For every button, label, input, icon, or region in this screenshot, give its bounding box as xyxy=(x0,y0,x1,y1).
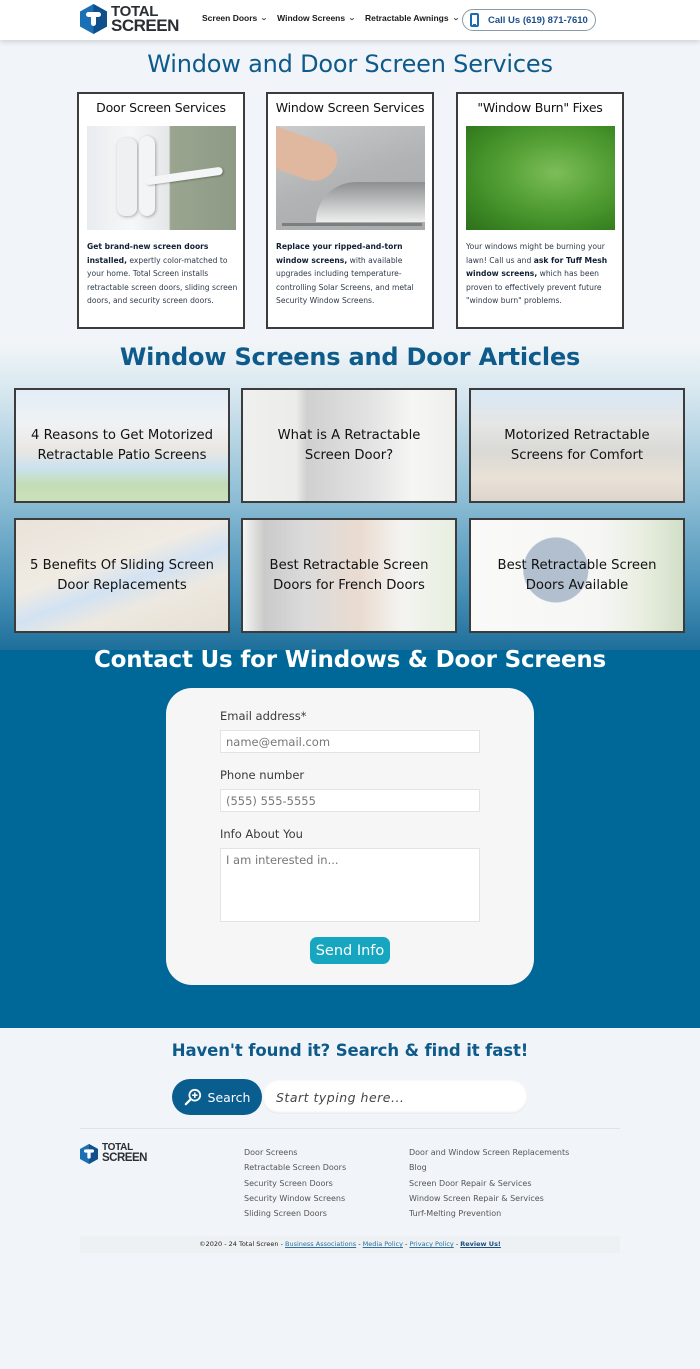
services-title: Window and Door Screen Services xyxy=(147,50,553,78)
service-card-description: Replace your ripped-and-torn window scre… xyxy=(276,240,428,308)
phone-icon xyxy=(470,13,479,27)
logo-wordmark: TOTAL SCREEN xyxy=(111,4,179,35)
footer-link[interactable]: Screen Door Repair & Services xyxy=(409,1176,569,1191)
info-textarea[interactable] xyxy=(220,848,480,922)
article-title: What is A Retractable Screen Door? xyxy=(277,428,421,463)
door-latch-shape xyxy=(117,138,137,216)
footer-links-col-1: Door Screens Retractable Screen Doors Se… xyxy=(244,1145,346,1221)
service-card-title: Door Screen Services xyxy=(96,100,226,115)
peeled-screen-shape xyxy=(316,182,425,222)
hand-shape xyxy=(276,126,342,188)
review-us-link[interactable]: Review Us! xyxy=(460,1240,501,1248)
chevron-down-icon: ⌄ xyxy=(260,15,269,22)
phone-field[interactable] xyxy=(220,789,480,812)
copyright-text: ©2020 - 24 Total Screen xyxy=(199,1240,279,1248)
footer-link[interactable]: Retractable Screen Doors xyxy=(244,1160,346,1175)
logo-line-2: SCREEN xyxy=(102,1152,147,1164)
article-card[interactable]: Best Retractable Screen Doors Available xyxy=(469,518,685,633)
article-title: Best Retractable Screen Doors for French… xyxy=(269,558,429,593)
media-policy-link[interactable]: Media Policy xyxy=(363,1240,403,1248)
service-card-door[interactable]: Door Screen Services Get brand-new scree… xyxy=(77,92,245,329)
torn-window-screen-image xyxy=(276,126,425,230)
article-title: 4 Reasons to Get Motorized Retractable P… xyxy=(30,428,213,463)
main-nav: Screen Doors ⌄ Window Screens ⌄ Retracta… xyxy=(202,13,468,23)
screen-door-latch-image xyxy=(87,126,236,230)
footer-link[interactable]: Security Screen Doors xyxy=(244,1176,346,1191)
service-card-window[interactable]: Window Screen Services Replace your ripp… xyxy=(266,92,434,329)
article-title: Motorized Retractable Screens for Comfor… xyxy=(504,428,650,463)
search-plus-icon xyxy=(184,1088,201,1106)
service-card-window-burn[interactable]: "Window Burn" Fixes Your windows might b… xyxy=(456,92,624,329)
article-card[interactable]: 4 Reasons to Get Motorized Retractable P… xyxy=(14,388,230,503)
grass-lawn-image xyxy=(466,126,615,230)
article-card[interactable]: What is A Retractable Screen Door? xyxy=(241,388,457,503)
service-card-title: "Window Burn" Fixes xyxy=(477,100,603,115)
footer-link[interactable]: Sliding Screen Doors xyxy=(244,1206,346,1221)
email-label: Email address* xyxy=(220,709,307,723)
contact-title: Contact Us for Windows & Door Screens xyxy=(93,647,607,673)
footer-link[interactable]: Window Screen Repair & Services xyxy=(409,1191,569,1206)
privacy-policy-link[interactable]: Privacy Policy xyxy=(409,1240,453,1248)
service-card-description: Get brand-new screen doors installed, ex… xyxy=(87,240,239,308)
service-card-title: Window Screen Services xyxy=(275,100,425,115)
chevron-down-icon: ⌄ xyxy=(348,15,356,22)
phone-label: Phone number xyxy=(220,768,305,782)
window-frame-shape xyxy=(282,223,422,226)
service-card-description: Your windows might be burning your lawn!… xyxy=(466,240,618,308)
article-title: Best Retractable Screen Doors Available xyxy=(497,558,657,593)
nav-window-screens[interactable]: Window Screens ⌄ xyxy=(277,13,356,23)
footer-links-col-2: Door and Window Screen Replacements Blog… xyxy=(409,1145,569,1221)
footer-link[interactable]: Turf-Melting Prevention xyxy=(409,1206,569,1221)
info-label: Info About You xyxy=(220,827,303,841)
logo-line-2: SCREEN xyxy=(111,16,179,35)
total-screen-logo-icon xyxy=(80,1143,98,1164)
nav-label: Retractable Awnings xyxy=(364,13,449,23)
business-associations-link[interactable]: Business Associations xyxy=(285,1240,356,1248)
chevron-down-icon: ⌄ xyxy=(451,15,460,22)
search-input[interactable] xyxy=(262,1080,528,1114)
total-screen-logo-icon xyxy=(80,4,107,34)
site-header: TOTAL SCREEN Screen Doors ⌄ Window Scree… xyxy=(0,0,700,40)
footer-link[interactable]: Door Screens xyxy=(244,1145,346,1160)
call-us-label: Call Us (619) 871-7610 xyxy=(488,14,588,26)
nav-retractable-awnings[interactable]: Retractable Awnings ⌄ xyxy=(364,13,460,23)
footer-link[interactable]: Door and Window Screen Replacements xyxy=(409,1145,569,1160)
send-info-button[interactable]: Send Info xyxy=(310,937,390,964)
email-field[interactable] xyxy=(220,730,480,753)
article-card[interactable]: 5 Benefits Of Sliding Screen Door Replac… xyxy=(14,518,230,633)
footer-divider xyxy=(80,1128,620,1129)
nav-label: Window Screens xyxy=(277,13,346,23)
door-lever-shape xyxy=(144,166,224,186)
contact-form: Email address* Phone number Info About Y… xyxy=(166,688,534,985)
site-logo[interactable]: TOTAL SCREEN xyxy=(80,4,179,34)
copyright-bar: ©2020 - 24 Total Screen - Business Assoc… xyxy=(80,1236,620,1253)
logo-wordmark: TOTAL SCREEN xyxy=(102,1143,147,1164)
footer-link[interactable]: Blog xyxy=(409,1160,569,1175)
footer-link[interactable]: Security Window Screens xyxy=(244,1191,346,1206)
search-title: Haven't found it? Search & find it fast! xyxy=(171,1041,529,1060)
article-card[interactable]: Best Retractable Screen Doors for French… xyxy=(241,518,457,633)
search-button[interactable]: Search xyxy=(172,1079,262,1115)
footer-logo[interactable]: TOTAL SCREEN xyxy=(80,1143,147,1164)
nav-label: Screen Doors xyxy=(202,13,258,23)
article-title: 5 Benefits Of Sliding Screen Door Replac… xyxy=(30,558,214,593)
search-button-label: Search xyxy=(207,1089,251,1105)
articles-title: Window Screens and Door Articles xyxy=(119,343,581,371)
nav-screen-doors[interactable]: Screen Doors ⌄ xyxy=(202,13,269,23)
article-card[interactable]: Motorized Retractable Screens for Comfor… xyxy=(469,388,685,503)
call-us-button[interactable]: Call Us (619) 871-7610 xyxy=(462,9,596,31)
